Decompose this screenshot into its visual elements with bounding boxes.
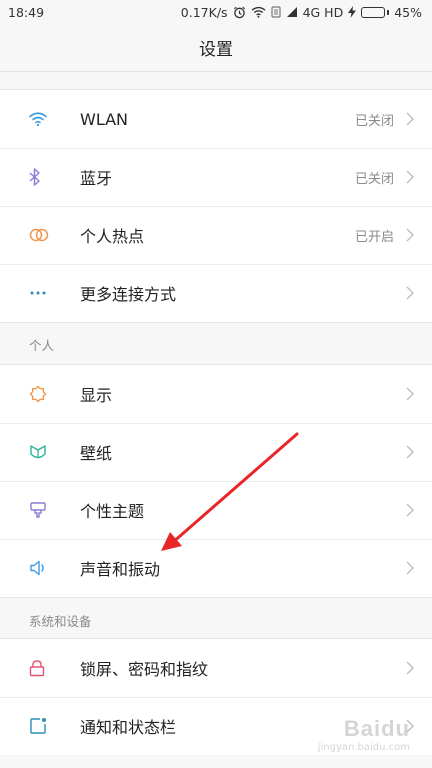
battery-icon <box>361 6 390 18</box>
settings-item-label: 壁纸 <box>80 444 113 463</box>
speaker-icon <box>0 560 80 576</box>
baidu-watermark: Baidu jingyan.baidu.com <box>318 716 410 753</box>
status-icons: 0.17K/s 4G HD 45% <box>181 5 422 20</box>
settings-item-theme[interactable]: 个性主题 <box>0 481 432 539</box>
hotspot-icon <box>0 227 80 243</box>
settings-item-hotspot[interactable]: 个人热点 已开启 <box>0 206 432 264</box>
chevron-right-icon <box>406 228 432 242</box>
battery-percent: 45% <box>394 4 422 20</box>
settings-item-value: 已关闭 <box>354 113 394 129</box>
lock-icon <box>0 659 80 677</box>
wifi-icon <box>251 6 266 18</box>
wifi-icon <box>0 111 80 127</box>
page-title: 设置 <box>199 40 233 60</box>
notification-icon <box>0 717 80 735</box>
network-speed: 0.17K/s <box>180 4 228 20</box>
settings-item-label: WLAN <box>80 109 129 129</box>
chevron-right-icon <box>406 561 432 575</box>
alarm-icon <box>233 6 246 19</box>
settings-item-label: 显示 <box>80 386 113 405</box>
chevron-right-icon <box>406 387 432 401</box>
settings-item-value: 已关闭 <box>354 171 394 187</box>
section-title: 个人 <box>29 337 55 353</box>
status-bar: 18:49 0.17K/s 4G HD 45% <box>0 0 432 24</box>
chevron-right-icon <box>406 661 432 675</box>
section-header-personal: 个人 <box>0 322 432 366</box>
more-dots-icon <box>0 290 80 296</box>
theme-brush-icon <box>0 501 80 519</box>
wallpaper-icon <box>0 443 80 461</box>
settings-item-label: 更多连接方式 <box>80 285 177 304</box>
personal-group: 显示 壁纸 个性主题 声音和振动 <box>0 364 432 598</box>
settings-item-sound-vibration[interactable]: 声音和振动 <box>0 539 432 597</box>
no-sim-icon <box>270 6 281 18</box>
settings-item-more-connections[interactable]: 更多连接方式 <box>0 264 432 322</box>
settings-item-label: 锁屏、密码和指纹 <box>80 660 209 679</box>
settings-item-wallpaper[interactable]: 壁纸 <box>0 423 432 481</box>
chevron-right-icon <box>406 112 432 126</box>
connectivity-group: WLAN 已关闭 蓝牙 已关闭 个人热点 已开启 更多连接方式 <box>0 89 432 323</box>
charging-icon <box>348 6 357 18</box>
section-header-system: 系统和设备 <box>0 598 432 642</box>
settings-item-bluetooth[interactable]: 蓝牙 已关闭 <box>0 148 432 206</box>
settings-item-label: 声音和振动 <box>80 560 161 579</box>
settings-item-label: 个性主题 <box>80 502 145 521</box>
chevron-right-icon <box>406 503 432 517</box>
brightness-icon <box>0 385 80 403</box>
settings-item-label: 蓝牙 <box>80 169 113 188</box>
bluetooth-icon <box>0 168 80 186</box>
settings-item-lockscreen[interactable]: 锁屏、密码和指纹 <box>0 639 432 697</box>
settings-item-label: 个人热点 <box>80 227 145 246</box>
title-bar: 设置 <box>0 24 432 72</box>
section-title: 系统和设备 <box>29 613 92 629</box>
settings-item-wlan[interactable]: WLAN 已关闭 <box>0 90 432 148</box>
chevron-right-icon <box>406 170 432 184</box>
watermark-logo: Baidu <box>343 716 410 741</box>
status-time: 18:49 <box>8 4 45 20</box>
signal-icon <box>286 6 298 18</box>
settings-item-value: 已开启 <box>354 229 394 245</box>
network-type: 4G HD <box>302 4 344 20</box>
chevron-right-icon <box>406 445 432 459</box>
settings-item-display[interactable]: 显示 <box>0 365 432 423</box>
watermark-subtitle: jingyan.baidu.com <box>317 742 410 753</box>
chevron-right-icon <box>406 286 432 300</box>
